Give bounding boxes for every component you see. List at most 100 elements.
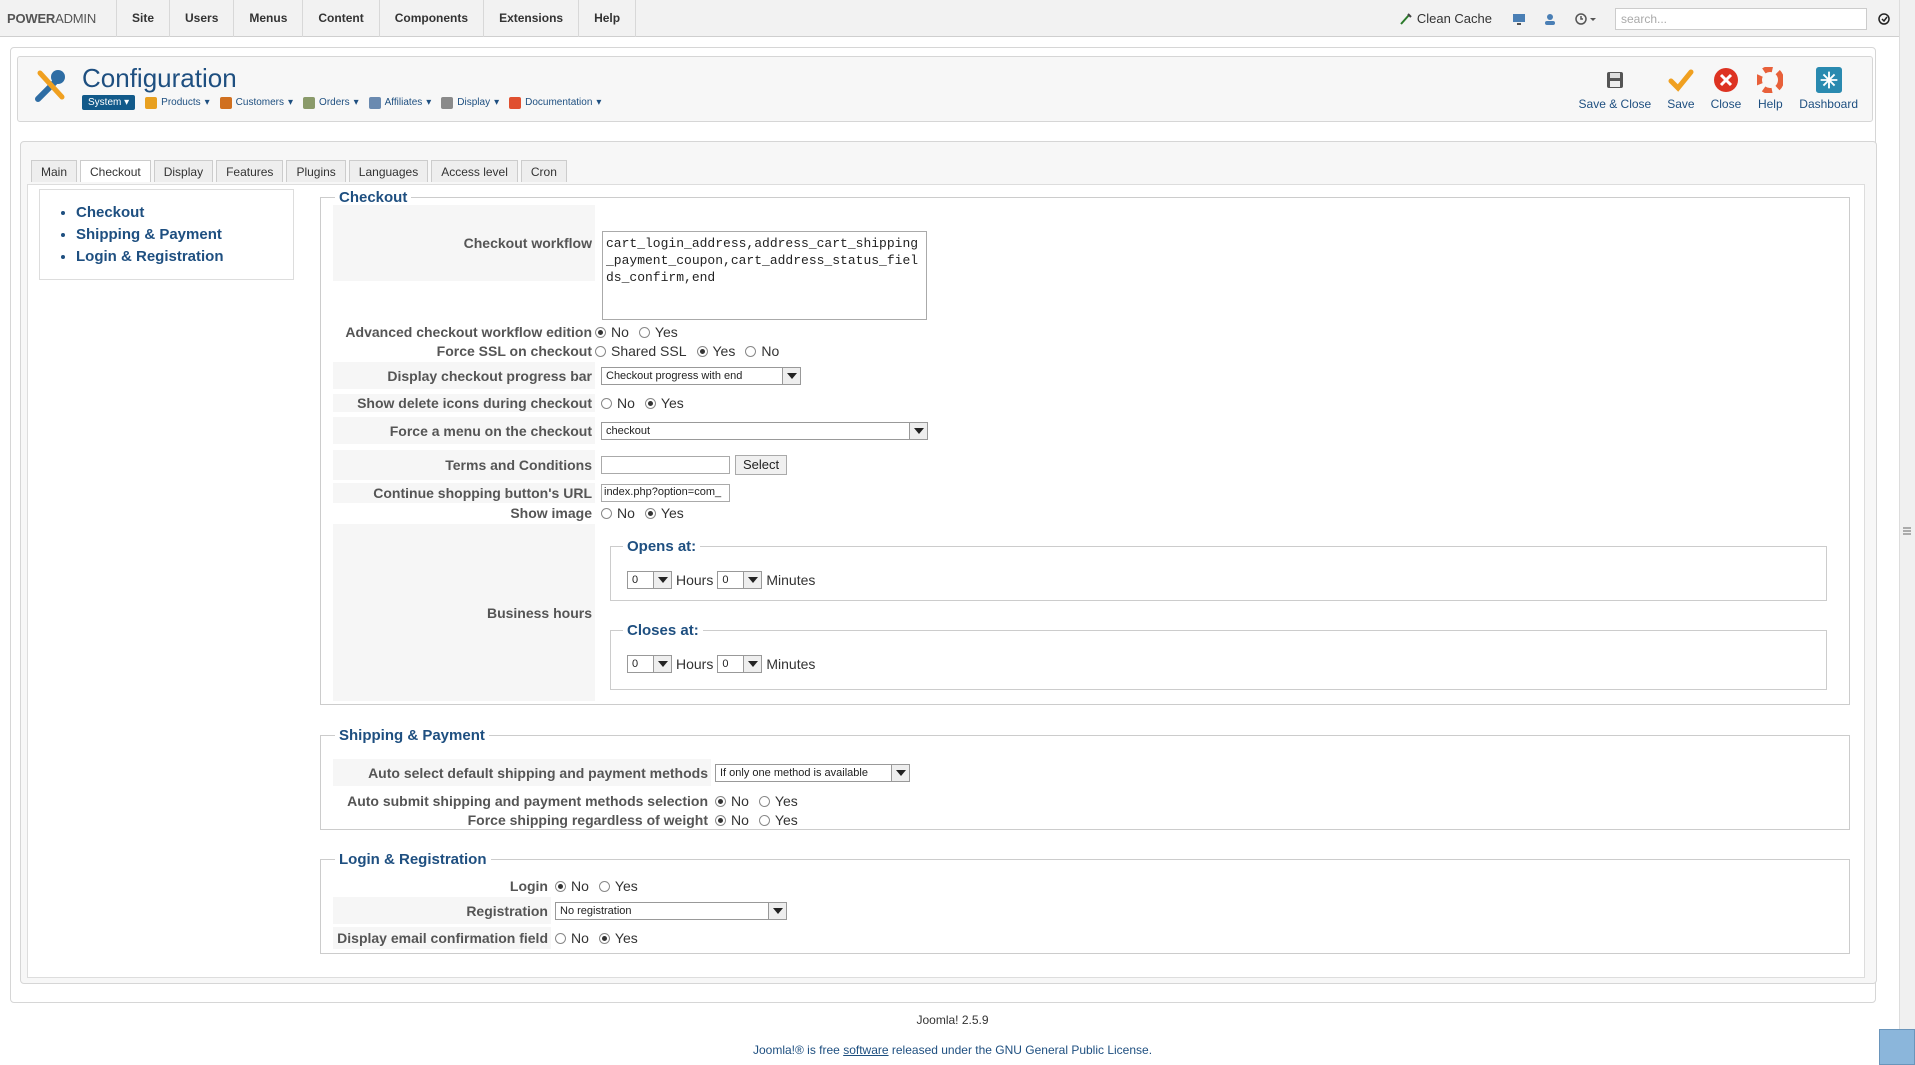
closes-hours-select[interactable]: 0 <box>627 655 672 673</box>
power-icon[interactable] <box>1877 12 1891 26</box>
submenu-documentation[interactable]: Documentation ▾ <box>509 96 601 109</box>
corner-button[interactable] <box>1879 1029 1915 1065</box>
opens-hours-select[interactable]: 0 <box>627 571 672 589</box>
tab-checkout[interactable]: Checkout <box>80 160 151 182</box>
radio-icon <box>644 507 656 519</box>
nav-link-login-registration[interactable]: Login & Registration <box>76 246 293 268</box>
continue-url-label: Continue shopping button's URL <box>333 483 595 503</box>
submenu-system[interactable]: System ▾ <box>82 95 136 110</box>
menu-menus[interactable]: Menus <box>233 0 302 37</box>
clean-cache-label: Clean Cache <box>1416 11 1492 26</box>
continue-url-input[interactable]: index.php?option=com_ <box>601 484 730 502</box>
submenu-orders[interactable]: Orders ▾ <box>303 96 359 109</box>
tab-plugins[interactable]: Plugins <box>286 160 346 182</box>
tab-features[interactable]: Features <box>216 160 284 182</box>
closes-minutes-select[interactable]: 0 <box>717 655 763 673</box>
menu-components[interactable]: Components <box>378 0 483 37</box>
customers-icon <box>219 96 232 109</box>
display-icon <box>441 96 454 109</box>
page-scrollbar[interactable] <box>1899 0 1915 1065</box>
progress-bar-select[interactable]: Checkout progress with end <box>601 366 801 385</box>
force-ssl-yes[interactable]: Yes <box>696 343 735 359</box>
submenu-display[interactable]: Display ▾ <box>441 96 499 109</box>
login-label: Login <box>509 878 548 894</box>
nav-link-checkout[interactable]: Checkout <box>76 202 293 224</box>
show-image-no[interactable]: No <box>601 505 635 521</box>
nav-link-shipping-payment[interactable]: Shipping & Payment <box>76 224 293 246</box>
dashboard-button[interactable]: Dashboard <box>1791 59 1866 111</box>
chevron-down-icon <box>653 572 671 588</box>
chevron-down-icon <box>743 572 762 588</box>
radio-icon <box>745 345 757 357</box>
force-ssl-no[interactable]: No <box>745 343 779 359</box>
tab-main[interactable]: Main <box>31 160 78 182</box>
submenu-products[interactable]: Products ▾ <box>145 96 210 109</box>
show-image-yes[interactable]: Yes <box>644 505 684 521</box>
force-ssl-shared[interactable]: Shared SSL <box>595 343 687 359</box>
chevron-down-icon <box>653 656 671 672</box>
menu-help[interactable]: Help <box>578 0 637 37</box>
tab-languages[interactable]: Languages <box>348 160 429 182</box>
user-icon[interactable] <box>1543 12 1557 26</box>
close-button[interactable]: Close <box>1703 59 1750 111</box>
terms-select-button[interactable]: Select <box>735 455 788 475</box>
force-shipping-no[interactable]: No <box>715 812 749 828</box>
radio-icon <box>638 326 650 338</box>
footer-version: Joomla! 2.5.9 <box>916 1013 989 1027</box>
save-button[interactable]: Save <box>1659 59 1702 111</box>
menu-extensions[interactable]: Extensions <box>483 0 578 37</box>
auto-select-select[interactable]: If only one method is available <box>715 763 910 782</box>
settings-dropdown-icon[interactable] <box>1574 12 1598 26</box>
login-yes[interactable]: Yes <box>598 878 638 894</box>
brand-logo[interactable]: POWERADMIN <box>7 11 107 26</box>
orders-icon <box>303 96 316 109</box>
search-input[interactable]: search... <box>1615 7 1867 30</box>
advanced-workflow-no[interactable]: No <box>595 324 629 340</box>
tab-cron[interactable]: Cron <box>520 160 567 182</box>
tab-panel: Checkout Shipping & Payment Login & Regi… <box>27 184 1865 978</box>
lifebuoy-icon <box>1757 67 1784 93</box>
force-shipping-yes[interactable]: Yes <box>758 812 798 828</box>
clean-cache-link[interactable]: Clean Cache <box>1399 11 1492 26</box>
submenu-affiliates[interactable]: Affiliates ▾ <box>368 96 431 109</box>
top-menu: Site Users Menus Content Components Exte… <box>116 0 637 37</box>
save-close-button[interactable]: Save & Close <box>1571 59 1660 111</box>
close-icon <box>1713 68 1738 92</box>
auto-submit-no[interactable]: No <box>715 793 749 809</box>
email-confirm-label: Display email confirmation field <box>333 927 551 949</box>
tab-access-level[interactable]: Access level <box>431 160 518 182</box>
login-no[interactable]: No <box>555 878 589 894</box>
radio-icon <box>758 814 770 826</box>
checkout-workflow-textarea[interactable]: cart_login_address,address_cart_shipping… <box>602 231 927 320</box>
page-title: Configuration <box>82 63 237 93</box>
hours-label: Hours <box>676 572 714 588</box>
email-confirm-yes[interactable]: Yes <box>598 930 638 946</box>
submenu-customers[interactable]: Customers ▾ <box>219 96 293 109</box>
config-tabs: Main Checkout Display Features Plugins L… <box>31 160 567 182</box>
menu-content[interactable]: Content <box>302 0 378 37</box>
auto-submit-yes[interactable]: Yes <box>758 793 798 809</box>
email-confirm-no[interactable]: No <box>555 930 589 946</box>
radio-icon <box>715 814 726 826</box>
affiliates-icon <box>368 96 381 109</box>
menu-users[interactable]: Users <box>169 0 233 37</box>
monitor-icon[interactable] <box>1512 12 1526 26</box>
advanced-workflow-yes[interactable]: Yes <box>638 324 678 340</box>
delete-icons-no[interactable]: No <box>601 395 635 411</box>
delete-icons-yes[interactable]: Yes <box>644 395 684 411</box>
business-hours-label: Business hours <box>333 524 595 701</box>
help-button[interactable]: Help <box>1749 59 1791 111</box>
force-menu-select[interactable]: checkout <box>601 421 928 440</box>
opens-at-legend: Opens at: <box>627 538 697 555</box>
opens-minutes-select[interactable]: 0 <box>717 571 763 589</box>
registration-select[interactable]: No registration <box>555 901 787 920</box>
software-link[interactable]: software <box>843 1043 888 1057</box>
toolbar: Save & Close Save Close Help Dashboard <box>1571 59 1866 111</box>
chevron-down-icon <box>891 764 909 781</box>
terms-input[interactable] <box>601 456 730 474</box>
tab-display[interactable]: Display <box>153 160 214 182</box>
section-nav: Checkout Shipping & Payment Login & Regi… <box>39 189 294 280</box>
dashboard-icon <box>1815 67 1842 93</box>
chevron-down-icon <box>743 656 762 672</box>
menu-site[interactable]: Site <box>116 0 169 37</box>
